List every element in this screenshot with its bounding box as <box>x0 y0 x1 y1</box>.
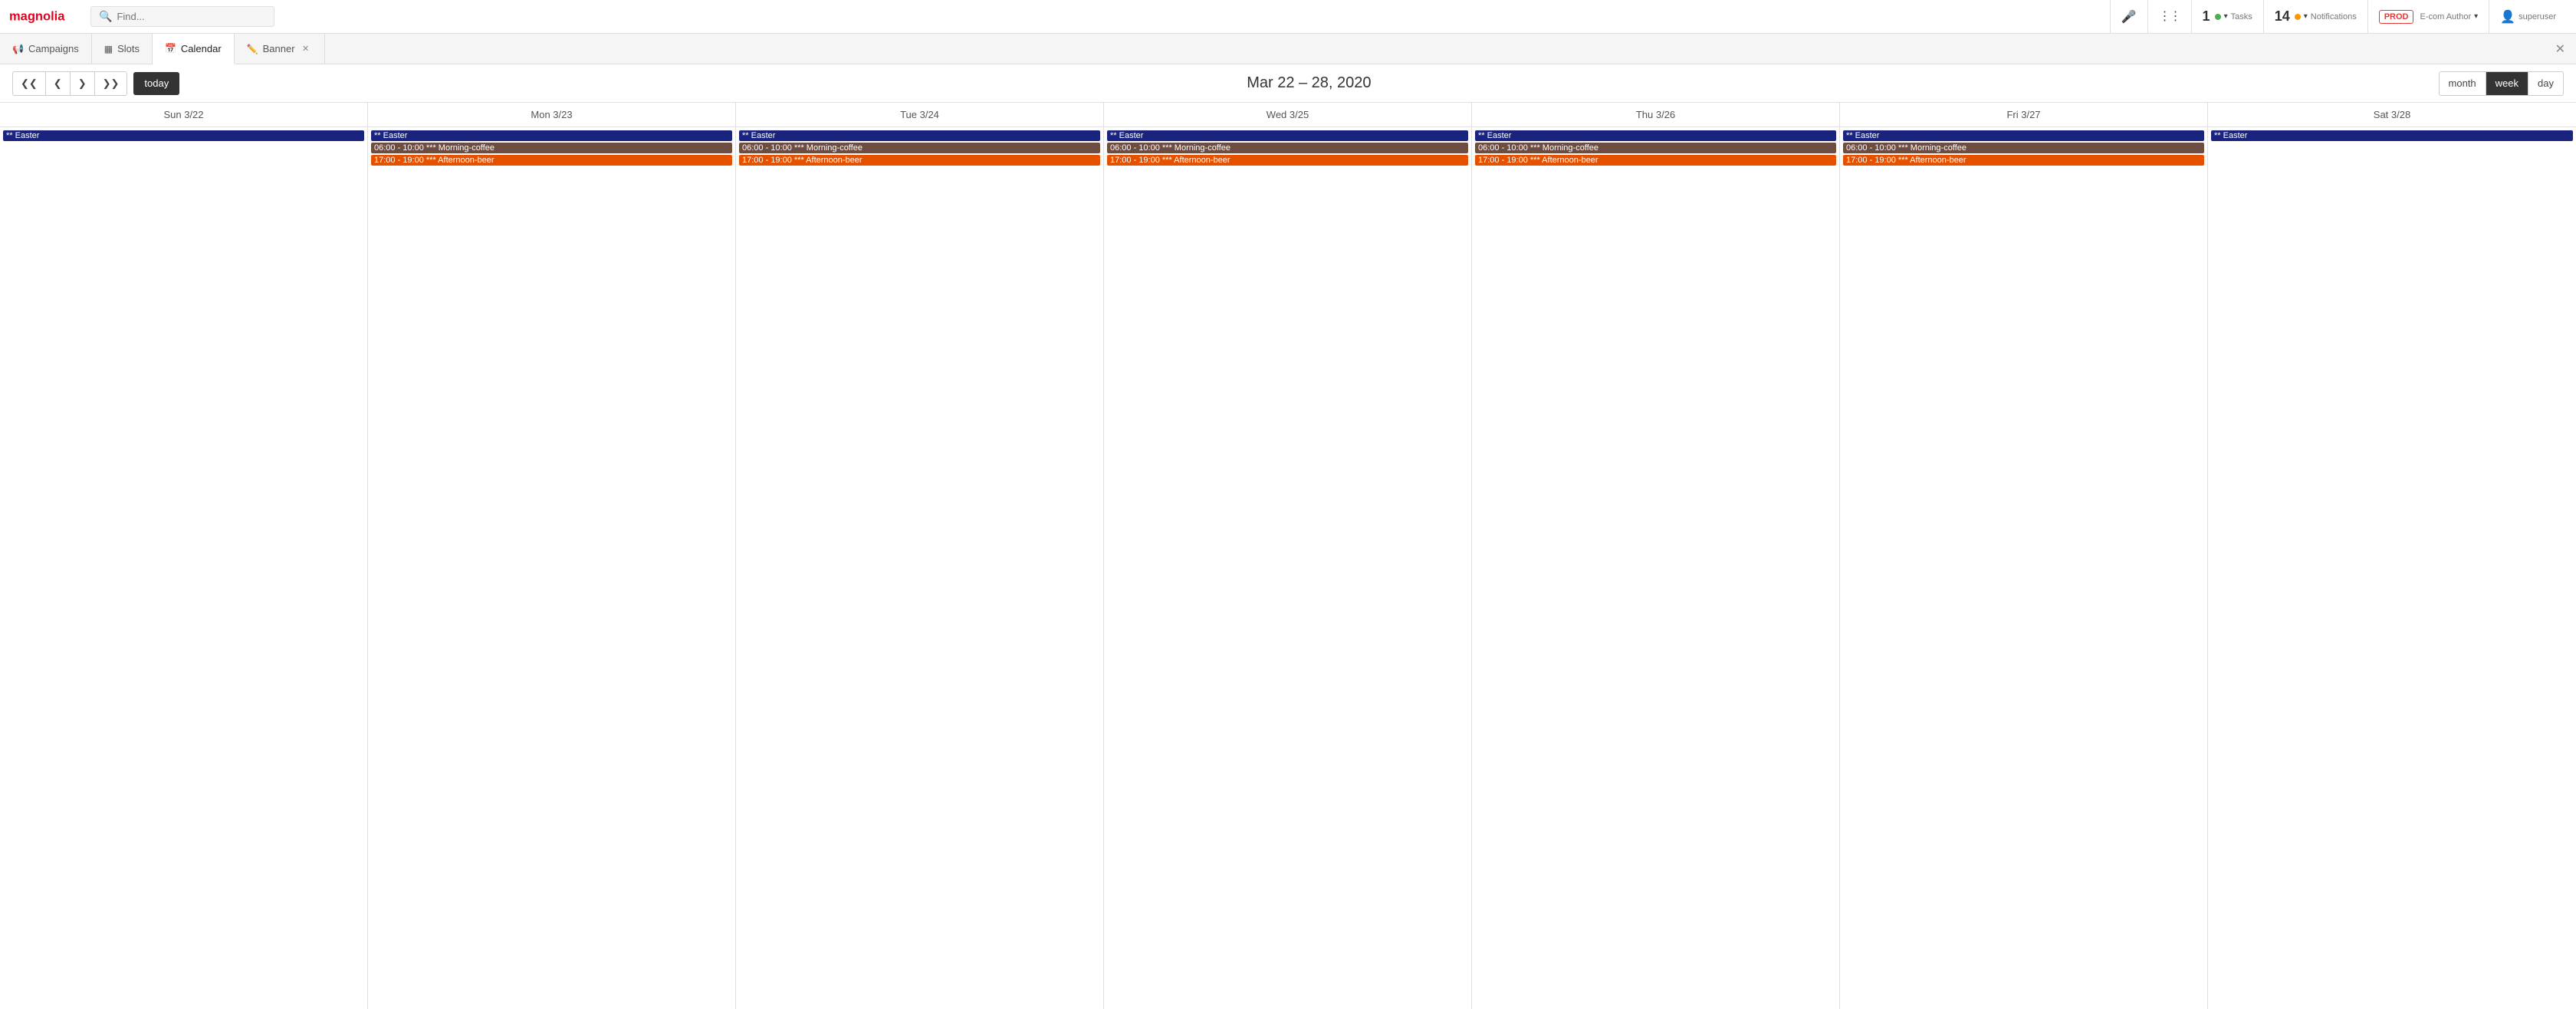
nav-next-button[interactable]: ❯ <box>71 72 95 95</box>
view-week-button[interactable]: week <box>2486 72 2528 95</box>
event-morning-coffee-thu[interactable]: 06:00 - 10:00 *** Morning-coffee <box>1475 143 1836 153</box>
nav-button-group: ❮❮ ❮ ❯ ❯❯ <box>12 71 127 96</box>
tasks-label: Tasks <box>2231 12 2252 21</box>
notifications-badge <box>2295 14 2301 20</box>
user-button[interactable]: 👤 superuser <box>2489 0 2567 34</box>
event-afternoon-beer-fri[interactable]: 17:00 - 19:00 *** Afternoon-beer <box>1843 155 2204 166</box>
magnolia-logo: magnolia <box>9 7 78 27</box>
slots-icon: ▦ <box>104 44 113 54</box>
cal-col-6: ** Easter <box>2208 127 2576 1009</box>
calendar-header-row: Sun 3/22 Mon 3/23 Tue 3/24 Wed 3/25 Thu … <box>0 103 2576 127</box>
user-icon: 👤 <box>2500 9 2515 25</box>
calendar-toolbar: ❮❮ ❮ ❯ ❯❯ today Mar 22 – 28, 2020 month … <box>0 64 2576 103</box>
svg-text:magnolia: magnolia <box>9 9 65 23</box>
logo: magnolia <box>9 7 78 27</box>
apps-grid-icon: ⋮⋮ <box>2159 11 2180 23</box>
tasks-count: 1 <box>2203 8 2210 25</box>
view-day-button[interactable]: day <box>2528 72 2563 95</box>
top-bar: magnolia 🔍 🎤 ⋮⋮ 1 ▾ Tasks 14 ▾ Notificat… <box>0 0 2576 34</box>
tasks-badge <box>2215 14 2221 20</box>
tab-banner[interactable]: ✏️ Banner ✕ <box>235 34 325 64</box>
calendar-body: ** Easter ** Easter 06:00 - 10:00 *** Mo… <box>0 127 2576 1009</box>
calendar-title: Mar 22 – 28, 2020 <box>186 74 2432 92</box>
workspace-close-button[interactable]: ✕ <box>2545 34 2576 64</box>
day-header-3: Wed 3/25 <box>1104 103 1472 127</box>
event-easter-mon[interactable]: ** Easter <box>371 130 732 141</box>
day-header-6: Sat 3/28 <box>2208 103 2576 127</box>
day-header-5: Fri 3/27 <box>1840 103 2208 127</box>
cal-col-1: ** Easter 06:00 - 10:00 *** Morning-coff… <box>368 127 736 1009</box>
cal-col-3: ** Easter 06:00 - 10:00 *** Morning-coff… <box>1104 127 1472 1009</box>
calendar-grid: Sun 3/22 Mon 3/23 Tue 3/24 Wed 3/25 Thu … <box>0 103 2576 1009</box>
event-afternoon-beer-wed[interactable]: 17:00 - 19:00 *** Afternoon-beer <box>1107 155 1468 166</box>
nav-first-button[interactable]: ❮❮ <box>13 72 46 95</box>
event-morning-coffee-tue[interactable]: 06:00 - 10:00 *** Morning-coffee <box>739 143 1100 153</box>
tab-calendar-label: Calendar <box>181 43 222 54</box>
event-easter-thu[interactable]: ** Easter <box>1475 130 1836 141</box>
event-afternoon-beer-mon[interactable]: 17:00 - 19:00 *** Afternoon-beer <box>371 155 732 166</box>
view-month-button[interactable]: month <box>2440 72 2486 95</box>
event-easter-sun[interactable]: ** Easter <box>3 130 364 141</box>
today-button[interactable]: today <box>133 72 179 95</box>
mic-button[interactable]: 🎤 <box>2110 0 2147 34</box>
pen-icon: ✏️ <box>247 44 258 54</box>
event-easter-tue[interactable]: ** Easter <box>739 130 1100 141</box>
event-afternoon-beer-thu[interactable]: 17:00 - 19:00 *** Afternoon-beer <box>1475 155 1836 166</box>
notifications-count: 14 <box>2275 8 2290 25</box>
search-box[interactable]: 🔍 <box>90 6 274 27</box>
notifications-chevron: ▾ <box>2304 12 2308 21</box>
nav-last-button[interactable]: ❯❯ <box>95 72 127 95</box>
tasks-chevron: ▾ <box>2224 12 2228 21</box>
notifications-button[interactable]: 14 ▾ Notifications <box>2263 0 2367 34</box>
env-chevron: ▾ <box>2474 12 2478 21</box>
mic-icon: 🎤 <box>2121 9 2137 25</box>
tab-calendar[interactable]: 📅 Calendar <box>153 34 235 64</box>
view-button-group: month week day <box>2439 71 2564 96</box>
tab-campaigns[interactable]: 📢 Campaigns <box>0 34 92 64</box>
event-easter-sat[interactable]: ** Easter <box>2211 130 2573 141</box>
day-header-0: Sun 3/22 <box>0 103 368 127</box>
prod-badge: PROD <box>2379 10 2414 24</box>
notifications-label: Notifications <box>2311 12 2357 21</box>
event-easter-wed[interactable]: ** Easter <box>1107 130 1468 141</box>
top-bar-right: 🎤 ⋮⋮ 1 ▾ Tasks 14 ▾ Notifications PROD E… <box>2110 0 2567 34</box>
event-morning-coffee-wed[interactable]: 06:00 - 10:00 *** Morning-coffee <box>1107 143 1468 153</box>
env-author: E-com Author <box>2420 12 2471 21</box>
tasks-button[interactable]: 1 ▾ Tasks <box>2191 0 2263 34</box>
tab-banner-close[interactable]: ✕ <box>300 43 312 55</box>
tab-slots[interactable]: ▦ Slots <box>92 34 153 64</box>
event-morning-coffee-fri[interactable]: 06:00 - 10:00 *** Morning-coffee <box>1843 143 2204 153</box>
tab-slots-label: Slots <box>117 43 140 54</box>
campaigns-icon: 📢 <box>12 44 24 54</box>
day-header-2: Tue 3/24 <box>736 103 1104 127</box>
day-header-1: Mon 3/23 <box>368 103 736 127</box>
event-morning-coffee-mon[interactable]: 06:00 - 10:00 *** Morning-coffee <box>371 143 732 153</box>
cal-col-5: ** Easter 06:00 - 10:00 *** Morning-coff… <box>1840 127 2208 1009</box>
env-button[interactable]: PROD E-com Author ▾ <box>2367 0 2489 34</box>
tab-campaigns-label: Campaigns <box>28 43 79 54</box>
apps-grid-button[interactable]: ⋮⋮ <box>2147 0 2191 34</box>
nav-prev-button[interactable]: ❮ <box>46 72 71 95</box>
event-afternoon-beer-tue[interactable]: 17:00 - 19:00 *** Afternoon-beer <box>739 155 1100 166</box>
search-icon: 🔍 <box>99 10 112 23</box>
tab-bar: 📢 Campaigns ▦ Slots 📅 Calendar ✏️ Banner… <box>0 34 2576 64</box>
cal-col-4: ** Easter 06:00 - 10:00 *** Morning-coff… <box>1472 127 1840 1009</box>
search-input[interactable] <box>117 11 266 22</box>
user-label: superuser <box>2518 12 2556 21</box>
tab-banner-label: Banner <box>263 43 295 54</box>
calendar-icon: 📅 <box>165 43 176 54</box>
event-easter-fri[interactable]: ** Easter <box>1843 130 2204 141</box>
day-header-4: Thu 3/26 <box>1472 103 1840 127</box>
cal-col-0: ** Easter <box>0 127 368 1009</box>
cal-col-2: ** Easter 06:00 - 10:00 *** Morning-coff… <box>736 127 1104 1009</box>
